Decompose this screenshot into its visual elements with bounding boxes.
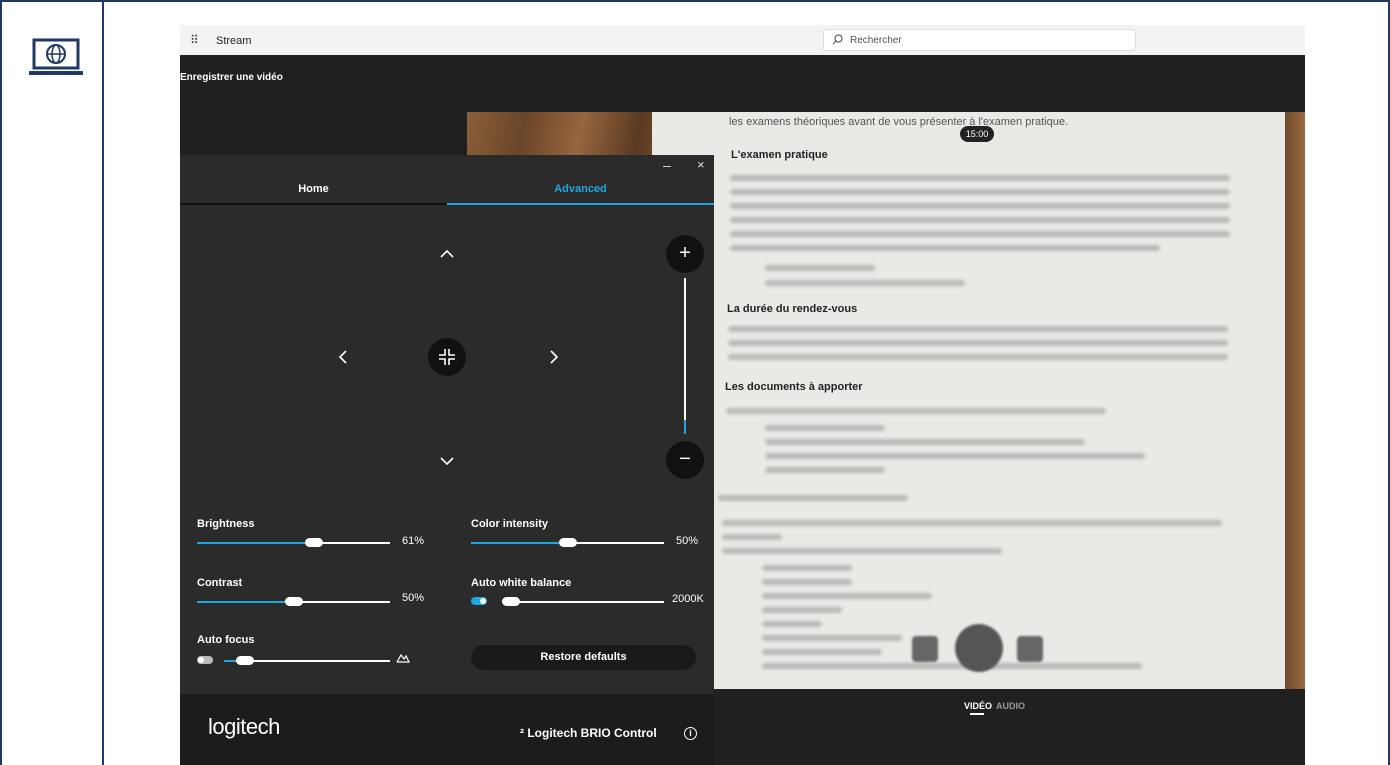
brightness-label: Brightness [197,518,255,530]
white-balance-value: 2000K [672,593,704,605]
brightness-value: 61% [402,535,425,547]
blurred-text [762,663,1142,669]
blurred-text [762,635,902,641]
paper-document [652,112,1285,689]
blurred-text [765,425,885,431]
white-balance-handle[interactable] [502,597,520,606]
recenter-button[interactable] [428,338,466,376]
info-icon[interactable]: i [684,727,697,740]
brightness-fill [197,542,315,544]
focus-slider[interactable] [236,660,390,662]
desk-surface-right [1285,112,1305,689]
tab-advanced-underline [447,203,714,205]
product-name: ² Logitech BRIO Control [520,726,657,740]
blurred-text [728,340,1228,346]
contrast-handle[interactable] [285,597,303,606]
blurred-text [718,495,908,501]
tab-home-underline [180,203,447,205]
recenter-icon [439,349,455,365]
blurred-text [722,520,1222,526]
logitech-logo: logitech [208,714,280,739]
app-launcher-icon[interactable]: ⠿ [190,33,199,47]
toggle-knob [480,598,486,604]
mode-video-tab[interactable]: VIDÉO [964,701,992,711]
contrast-value: 50% [402,592,425,604]
zoom-in-button[interactable]: + [666,235,704,273]
stream-top-bar [180,25,1305,55]
blurred-text [730,231,1230,237]
toggle-knob [198,657,204,663]
blurred-text [762,607,842,613]
blurred-text [730,245,1160,251]
tab-home[interactable]: Home [180,183,447,195]
color-intensity-handle[interactable] [559,538,577,547]
blurred-text [730,203,1230,209]
blurred-text [722,548,1002,554]
blurred-text [765,280,965,286]
blurred-text [730,175,1230,181]
mode-audio-tab[interactable]: AUDIO [996,701,1025,711]
tab-advanced[interactable]: Advanced [447,183,714,195]
laptop-globe-icon [29,38,83,75]
auto-focus-toggle[interactable] [197,656,213,664]
restore-defaults-button[interactable]: Restore defaults [471,645,696,670]
search-icon [832,34,843,45]
blurred-text [730,217,1230,223]
preview-heading-3: Les documents à apporter [725,381,863,393]
zoom-out-button[interactable]: − [666,441,704,479]
preview-heading-2: La durée du rendez-vous [727,303,858,315]
auto-white-balance-label: Auto white balance [471,577,572,589]
blurred-text [765,453,1145,459]
auto-focus-label: Auto focus [197,634,255,646]
color-intensity-value: 50% [676,535,699,547]
color-intensity-fill [471,542,568,544]
blurred-text [762,621,822,627]
pan-up-icon[interactable] [437,244,457,264]
blurred-text [765,439,1085,445]
pan-down-icon[interactable] [437,451,457,471]
blurred-text [765,467,885,473]
pan-left-icon[interactable] [333,347,353,367]
focus-handle[interactable] [236,656,254,665]
app-name: Stream [216,35,252,47]
auto-white-balance-toggle[interactable] [471,597,487,605]
blurred-text [728,354,1228,360]
mountain-icon [396,653,410,663]
icon-column [0,0,104,765]
blurred-text [728,326,1228,332]
recording-timer: 15:00 [960,126,994,142]
camera-switch-button[interactable] [912,636,938,662]
minimize-button[interactable]: – [663,157,671,173]
brightness-handle[interactable] [305,538,323,547]
focus-fill [224,660,236,662]
blurred-text [762,593,932,599]
contrast-label: Contrast [197,577,243,589]
blurred-text [765,265,875,271]
blurred-text [726,408,1106,414]
search-input[interactable]: Rechercher [823,29,1136,51]
page-title: Enregistrer une vidéo [180,72,283,83]
zoom-slider-fill [684,420,686,434]
blurred-text [762,579,852,585]
zoom-slider[interactable] [684,278,686,434]
contrast-fill [197,601,294,603]
mode-active-indicator [970,713,984,715]
record-button[interactable] [955,624,1003,672]
blurred-text [762,649,882,655]
color-intensity-label: Color intensity [471,518,549,530]
screen-share-button[interactable] [1017,636,1043,662]
blurred-text [722,534,782,540]
pan-right-icon[interactable] [544,347,564,367]
preview-heading-1: L'examen pratique [731,149,828,161]
white-balance-slider[interactable] [502,601,664,603]
search-placeholder: Rechercher [850,35,902,46]
blurred-text [730,189,1230,195]
blurred-text [762,565,852,571]
close-button[interactable]: × [697,157,705,172]
